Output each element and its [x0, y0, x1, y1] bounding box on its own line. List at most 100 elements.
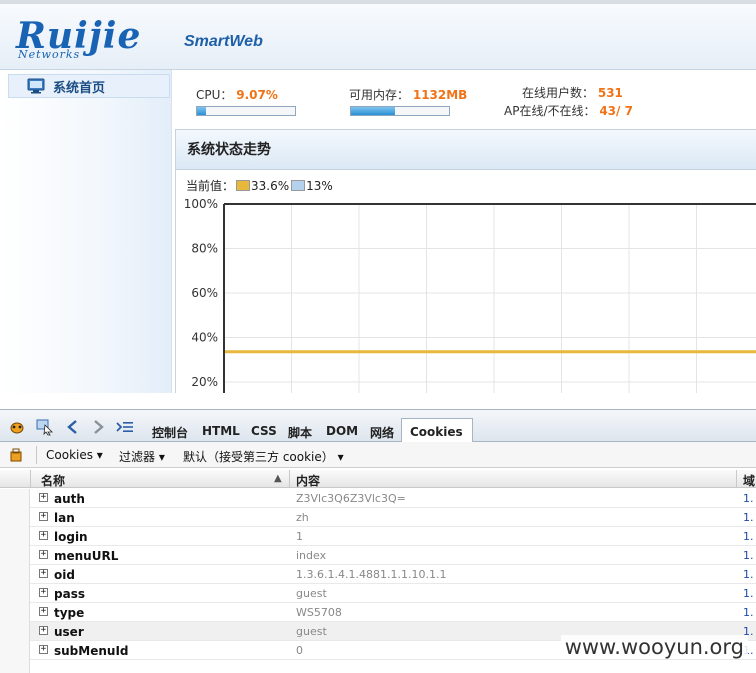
- table-row[interactable]: + type WS5708 1.: [30, 603, 756, 622]
- memory-progress-bar: [350, 106, 450, 116]
- cpu-label: CPU：: [196, 88, 233, 102]
- default-policy-menu[interactable]: 默认（接受第三方 cookie） ▾: [183, 448, 344, 465]
- table-gutter: [0, 489, 30, 673]
- cookie-value: 1: [296, 530, 303, 543]
- ruijie-logo[interactable]: Ruijie Networks: [16, 18, 166, 62]
- expand-icon[interactable]: +: [39, 493, 48, 502]
- expand-icon[interactable]: +: [39, 550, 48, 559]
- back-icon[interactable]: [64, 418, 82, 436]
- cookie-value: index: [296, 549, 327, 562]
- cookie-name: pass: [54, 587, 85, 601]
- filter-menu-label: 过滤器: [119, 450, 156, 464]
- cookie-domain[interactable]: 1.: [743, 511, 754, 524]
- router-admin-page: Ruijie Networks SmartWeb 系统首页 CPU： 9.07%…: [0, 0, 756, 393]
- table-row[interactable]: + menuURL index 1.: [30, 546, 756, 565]
- cookie-name: lan: [54, 511, 75, 525]
- expand-icon[interactable]: +: [39, 512, 48, 521]
- memory-stat: 可用内存： 1132MB: [349, 86, 467, 103]
- plot-area: [224, 204, 756, 393]
- legend-swatch-cpu: [236, 180, 251, 191]
- table-row[interactable]: + lan zh 1.: [30, 508, 756, 527]
- y-tick-label: 60%: [191, 286, 218, 300]
- cookie-value: WS5708: [296, 606, 342, 619]
- cookie-value: 0: [296, 644, 303, 657]
- memory-value: 1132MB: [412, 88, 468, 102]
- cookies-toolbar: Cookies ▾ 过滤器 ▾ 默认（接受第三方 cookie） ▾: [0, 442, 756, 468]
- firebug-icon[interactable]: [8, 418, 26, 436]
- y-tick-label: 80%: [191, 242, 218, 256]
- tab-html[interactable]: HTML: [202, 424, 240, 438]
- filter-menu[interactable]: 过滤器 ▾: [119, 448, 165, 465]
- status-summary: CPU： 9.07% 可用内存： 1132MB 在线用户数： 531 AP在线/…: [196, 83, 756, 123]
- monitor-icon: [27, 78, 45, 94]
- memory-label: 可用内存：: [349, 88, 410, 102]
- column-name[interactable]: 名称: [41, 472, 65, 489]
- devtools-panel: 控制台 HTML CSS 脚本 DOM 网络 Cookies ▾ Cookies…: [0, 409, 756, 673]
- inspect-icon[interactable]: [36, 418, 54, 436]
- cpu-progress-fill: [197, 107, 206, 115]
- y-tick-label: 40%: [191, 331, 218, 345]
- column-content[interactable]: 内容: [296, 472, 320, 489]
- command-line-icon[interactable]: [116, 418, 134, 436]
- cookie-domain[interactable]: 1.: [743, 587, 754, 600]
- memory-progress-fill: [351, 107, 396, 115]
- header-banner: Ruijie Networks SmartWeb: [0, 4, 756, 70]
- online-users-label: 在线用户数：: [522, 86, 595, 100]
- expand-icon[interactable]: +: [39, 626, 48, 635]
- cookie-value: Z3Vlc3Q6Z3Vlc3Q=: [296, 492, 406, 505]
- table-row[interactable]: + oid 1.3.6.1.4.1.4881.1.1.10.1.1 1.: [30, 565, 756, 584]
- cookie-value: guest: [296, 625, 327, 638]
- column-domain[interactable]: 域: [743, 472, 755, 489]
- expand-icon[interactable]: +: [39, 569, 48, 578]
- cookie-name: type: [54, 606, 85, 620]
- sort-ascending-icon: ▲: [274, 473, 282, 484]
- cookie-domain[interactable]: 1.: [743, 606, 754, 619]
- sidebar: 系统首页: [0, 70, 172, 393]
- table-row[interactable]: + login 1 1.: [30, 527, 756, 546]
- chart-legend: 当前值： 33.6% 13%: [186, 177, 333, 194]
- sidebar-item-home[interactable]: 系统首页: [8, 74, 170, 98]
- cookie-name: user: [54, 625, 84, 639]
- tab-console[interactable]: 控制台: [152, 424, 188, 441]
- cookie-domain[interactable]: 1.: [743, 549, 754, 562]
- legend-value-memory: 13%: [306, 178, 333, 193]
- ap-status-stat: AP在线/不在线： 43/ 7: [504, 102, 633, 119]
- tab-script[interactable]: 脚本: [288, 424, 312, 441]
- cookies-menu[interactable]: Cookies ▾: [46, 448, 103, 462]
- forward-icon[interactable]: [89, 418, 107, 436]
- cookie-value: 1.3.6.1.4.1.4881.1.1.10.1.1: [296, 568, 447, 581]
- system-trend-panel: 系统状态走势 当前值： 33.6% 13% 100% 80% 60% 40% 20%: [175, 129, 756, 393]
- cookie-value: zh: [296, 511, 309, 524]
- cookie-domain[interactable]: 1.: [743, 530, 754, 543]
- y-tick-label: 100%: [184, 197, 218, 211]
- table-row[interactable]: + auth Z3Vlc3Q6Z3Vlc3Q= 1.: [30, 489, 756, 508]
- table-row[interactable]: + pass guest 1.: [30, 584, 756, 603]
- header-divider: [289, 470, 290, 488]
- tab-dom[interactable]: DOM: [326, 424, 358, 438]
- tab-css[interactable]: CSS: [251, 424, 277, 438]
- expand-icon[interactable]: +: [39, 607, 48, 616]
- logo-subtitle: Networks: [18, 48, 81, 61]
- online-users-value: 531: [597, 86, 623, 100]
- expand-icon[interactable]: +: [39, 531, 48, 540]
- panel-title: 系统状态走势: [176, 130, 756, 170]
- break-on-icon[interactable]: [9, 448, 23, 462]
- cookie-domain[interactable]: 1.: [743, 492, 754, 505]
- legend-value-cpu: 33.6%: [251, 178, 290, 193]
- cookie-domain[interactable]: 1.: [743, 568, 754, 581]
- devtools-tabbar: 控制台 HTML CSS 脚本 DOM 网络 Cookies ▾: [0, 409, 756, 453]
- cookie-name: subMenuId: [54, 644, 129, 658]
- product-name: SmartWeb: [184, 33, 263, 50]
- table-header: 名称 ▲ 内容 域: [0, 470, 756, 488]
- expand-icon[interactable]: +: [39, 588, 48, 597]
- watermark: www.wooyun.org: [560, 635, 748, 659]
- expand-icon[interactable]: +: [39, 645, 48, 654]
- cpu-stat: CPU： 9.07%: [196, 86, 278, 103]
- header-divider: [30, 470, 31, 488]
- tab-cookies-label: Cookies: [410, 425, 463, 439]
- tab-cookies[interactable]: Cookies ▾: [401, 418, 473, 453]
- toolbar-separator: [36, 446, 37, 464]
- ap-status-label: AP在线/不在线：: [504, 104, 596, 118]
- cookie-value: guest: [296, 587, 327, 600]
- tab-network[interactable]: 网络: [370, 424, 394, 441]
